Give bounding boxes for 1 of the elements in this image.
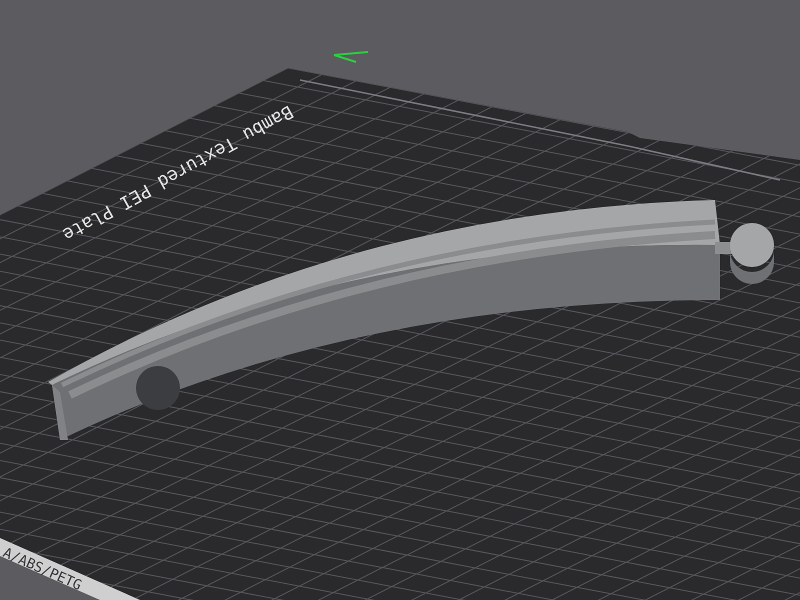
- axis-icon: [334, 51, 368, 63]
